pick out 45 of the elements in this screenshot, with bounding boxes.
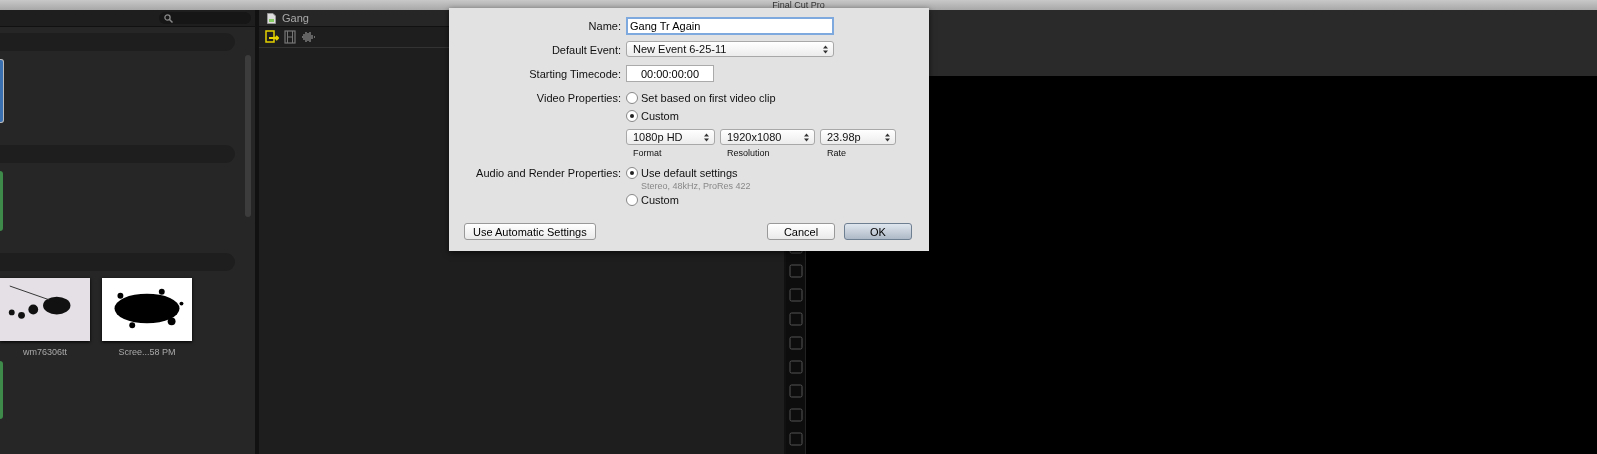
radio-button[interactable] (626, 167, 638, 179)
clip-name: Scree...58 PM (118, 347, 176, 357)
cancel-button[interactable]: Cancel (767, 223, 835, 240)
project-title: Gang (282, 12, 309, 24)
stepper-arrows-icon (823, 44, 828, 54)
radio-label: Set based on first video clip (641, 92, 776, 104)
image-thumbnail[interactable] (102, 278, 192, 341)
dropdown[interactable]: 1080p HD (626, 129, 715, 145)
image-thumbnail[interactable] (0, 278, 90, 341)
clip-thumbnail[interactable] (0, 171, 3, 231)
field-label: Video Properties: (535, 91, 621, 106)
field-label: Audio and Render Properties: (475, 166, 621, 181)
clip-thumbnail[interactable] (0, 361, 3, 419)
radio-button[interactable] (626, 110, 638, 122)
clip-name: wm76306tt (23, 347, 67, 357)
automatic-settings-button[interactable]: Use Automatic Settings (464, 223, 596, 240)
stepper-arrows-icon (804, 132, 809, 142)
field-label: Starting Timecode: (528, 67, 621, 82)
dropdown[interactable]: 1920x1080 (720, 129, 815, 145)
radio-button[interactable] (626, 194, 638, 206)
name-input-field[interactable]: Gang Tr Again (626, 17, 834, 35)
radio-label: Use default settings (641, 167, 738, 179)
window-title: Final Cut Pro (772, 0, 825, 10)
document-icon (267, 12, 276, 24)
radio-button[interactable] (626, 92, 638, 104)
clip-appearance-icon[interactable] (265, 30, 279, 44)
stepper-arrows-icon (704, 132, 709, 142)
timecode-input-field[interactable]: 00:00:00:00 (626, 65, 714, 82)
dropdown[interactable]: New Event 6-25-11 (626, 41, 834, 57)
clip-thumbnail[interactable] (0, 59, 4, 123)
stepper-arrows-icon (885, 132, 890, 142)
ok-button[interactable]: OK (844, 223, 912, 240)
search-icon (164, 13, 173, 23)
search-field[interactable] (159, 12, 251, 24)
waveform-icon[interactable] (301, 31, 315, 43)
option-detail: Stereo, 48kHz, ProRes 422 (641, 182, 752, 191)
radio-label: Custom (641, 194, 679, 206)
dropdown-caption: Rate (827, 148, 847, 158)
filmstrip-icon[interactable] (284, 30, 296, 44)
radio-label: Custom (641, 110, 679, 122)
dropdown-caption: Format (633, 148, 663, 158)
field-label: Name: (587, 19, 621, 34)
field-label: Default Event: (550, 43, 621, 58)
dropdown-caption: Resolution (727, 148, 771, 158)
dropdown[interactable]: 23.98p (820, 129, 896, 145)
